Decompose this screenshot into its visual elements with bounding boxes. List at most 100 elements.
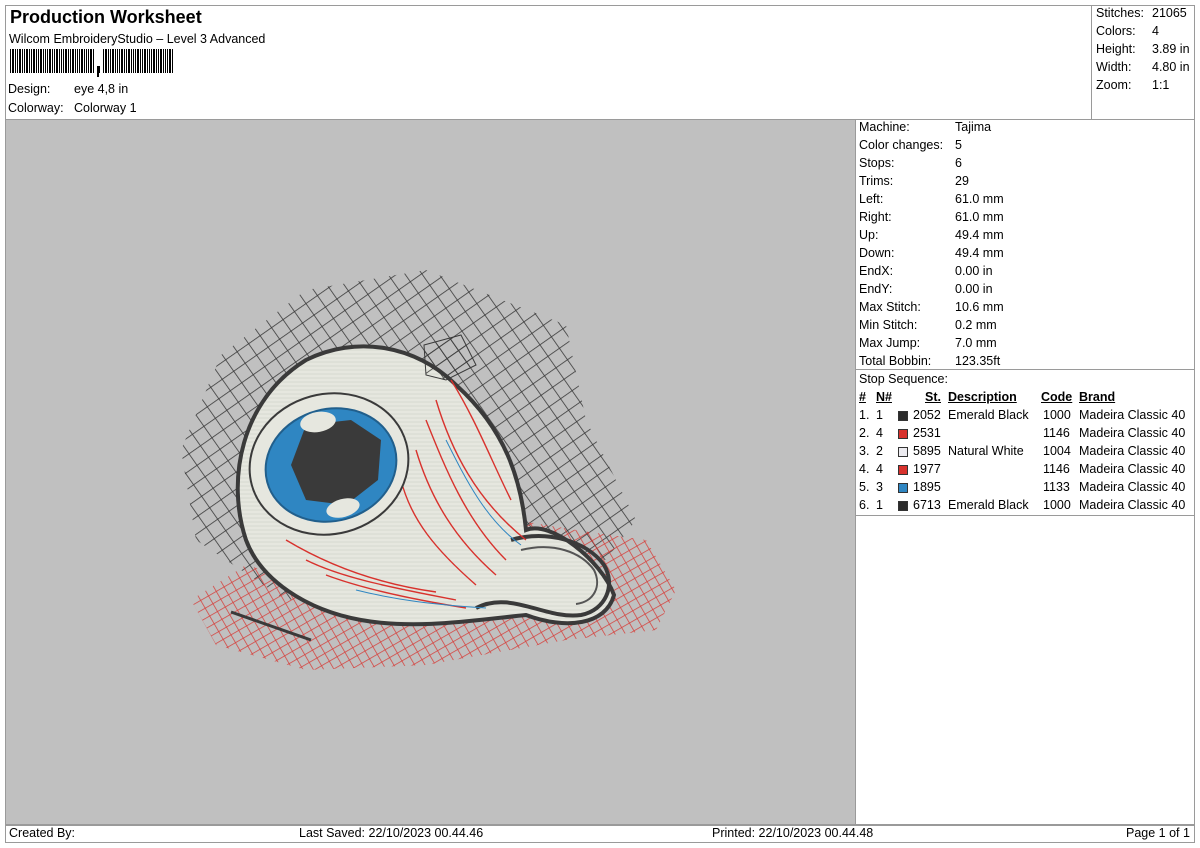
row-code: 1146	[1043, 426, 1070, 440]
stitches-value: 21065	[1152, 6, 1187, 20]
machine-info-label: Left:	[859, 192, 884, 206]
machine-info-label: Up:	[859, 228, 879, 242]
embroidery-eye-image	[181, 270, 676, 670]
machine-info-value: 61.0 mm	[955, 192, 1004, 206]
row-index: 1.	[859, 408, 870, 422]
last-saved: Last Saved: 22/10/2023 00.44.46	[299, 826, 484, 840]
machine-info-value: 49.4 mm	[955, 246, 1004, 260]
machine-info-value: 6	[955, 156, 962, 170]
row-needle: 1	[876, 408, 883, 422]
row-needle: 4	[876, 426, 883, 440]
colorway-label: Colorway:	[8, 101, 64, 115]
row-brand: Madeira Classic 40	[1079, 498, 1186, 512]
machine-info-value: 0.00 in	[955, 282, 993, 296]
row-index: 5.	[859, 480, 870, 494]
row-description: Emerald Black	[948, 498, 1029, 512]
machine-info-value: 0.00 in	[955, 264, 993, 278]
design-value: eye 4,8 in	[74, 82, 129, 96]
machine-info-label: EndX:	[859, 264, 894, 278]
machine-info-label: Trims:	[859, 174, 894, 188]
machine-info-value: 61.0 mm	[955, 210, 1004, 224]
col-header-description: Description	[948, 390, 1017, 404]
row-brand: Madeira Classic 40	[1079, 480, 1186, 494]
row-description: Emerald Black	[948, 408, 1029, 422]
machine-info-value: 49.4 mm	[955, 228, 1004, 242]
thread-color-swatch	[898, 411, 908, 421]
row-needle: 2	[876, 444, 883, 458]
row-stitches: 6713	[913, 498, 941, 512]
row-index: 3.	[859, 444, 870, 458]
software-name: Wilcom EmbroideryStudio – Level 3 Advanc…	[9, 32, 266, 46]
machine-info-label: EndY:	[859, 282, 893, 296]
machine-info-label: Max Jump:	[859, 336, 921, 350]
row-brand: Madeira Classic 40	[1079, 462, 1186, 476]
col-header-brand: Brand	[1079, 390, 1116, 404]
height-label: Height:	[1096, 42, 1136, 56]
row-brand: Madeira Classic 40	[1079, 426, 1186, 440]
page-title: Production Worksheet	[10, 7, 202, 27]
colorway-value: Colorway 1	[74, 101, 137, 115]
machine-info-value: 0.2 mm	[955, 318, 997, 332]
created-by: Created By:	[9, 826, 76, 840]
row-stitches: 2531	[913, 426, 941, 440]
row-stitches: 2052	[913, 408, 941, 422]
machine-info-label: Stops:	[859, 156, 895, 170]
row-description: Natural White	[948, 444, 1024, 458]
thread-color-swatch	[898, 447, 908, 457]
row-brand: Madeira Classic 40	[1079, 408, 1186, 422]
row-code: 1000	[1043, 498, 1071, 512]
row-needle: 1	[876, 498, 883, 512]
machine-info-label: Right:	[859, 210, 892, 224]
page-number: Page 1 of 1	[1126, 826, 1190, 840]
row-code: 1133	[1043, 480, 1070, 494]
printed-date: Printed: 22/10/2023 00.44.48	[712, 826, 874, 840]
col-header-index: #	[859, 390, 866, 404]
row-index: 4.	[859, 462, 870, 476]
thread-color-swatch	[898, 501, 908, 511]
machine-info-value: 29	[955, 174, 969, 188]
zoom-label: Zoom:	[1096, 78, 1132, 92]
zoom-value: 1:1	[1152, 78, 1170, 92]
colors-value: 4	[1152, 24, 1159, 38]
thread-color-swatch	[898, 465, 908, 475]
thread-color-swatch	[898, 429, 908, 439]
machine-info-label: Max Stitch:	[859, 300, 921, 314]
machine-info-label: Total Bobbin:	[859, 354, 932, 368]
thread-color-swatch	[898, 483, 908, 493]
machine-info-value: 5	[955, 138, 962, 152]
row-index: 2.	[859, 426, 870, 440]
machine-info-label: Color changes:	[859, 138, 944, 152]
machine-info-label: Machine:	[859, 120, 910, 134]
row-needle: 4	[876, 462, 883, 476]
stitches-label: Stitches:	[1096, 6, 1144, 20]
machine-info-label: Down:	[859, 246, 895, 260]
machine-info-value: 10.6 mm	[955, 300, 1004, 314]
col-header-stitches: St.	[925, 390, 941, 404]
row-code: 1146	[1043, 462, 1070, 476]
divider	[855, 515, 1195, 516]
width-value: 4.80 in	[1152, 60, 1190, 74]
design-preview	[5, 119, 856, 825]
colors-label: Colors:	[1096, 24, 1136, 38]
row-brand: Madeira Classic 40	[1079, 444, 1186, 458]
width-label: Width:	[1096, 60, 1132, 74]
machine-info-label: Min Stitch:	[859, 318, 918, 332]
stop-sequence-title: Stop Sequence:	[859, 372, 948, 386]
row-code: 1000	[1043, 408, 1071, 422]
row-stitches: 5895	[913, 444, 941, 458]
col-header-needle: N#	[876, 390, 892, 404]
row-code: 1004	[1043, 444, 1071, 458]
height-value: 3.89 in	[1152, 42, 1190, 56]
col-header-code: Code	[1041, 390, 1073, 404]
divider	[855, 369, 1195, 370]
footer-bar	[5, 825, 1195, 843]
machine-info-value: 123.35ft	[955, 354, 1001, 368]
row-index: 6.	[859, 498, 870, 512]
design-label: Design:	[8, 82, 51, 96]
barcode-image	[10, 49, 173, 77]
row-stitches: 1895	[913, 480, 941, 494]
row-needle: 3	[876, 480, 883, 494]
machine-info-value: Tajima	[955, 120, 992, 134]
row-stitches: 1977	[913, 462, 941, 476]
machine-info-value: 7.0 mm	[955, 336, 997, 350]
